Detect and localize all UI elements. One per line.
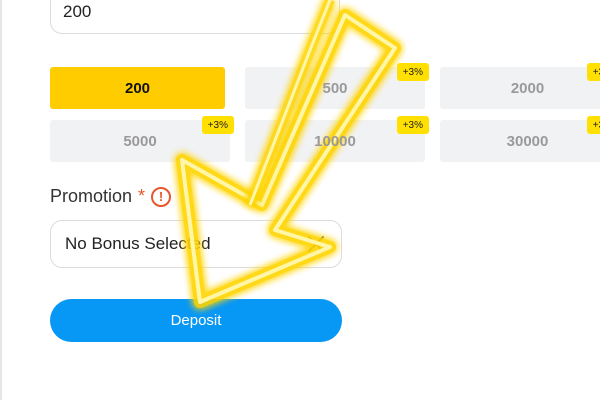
promotion-select[interactable]: No Bonus Selected	[50, 220, 342, 268]
required-mark: *	[138, 186, 146, 206]
amount-chip-10000[interactable]: 10000 +3%	[245, 116, 429, 162]
amount-chip-label: 200	[124, 79, 151, 97]
amount-chip-500[interactable]: 500 +3%	[245, 63, 429, 109]
amount-input[interactable]	[50, 0, 340, 34]
exclamation-circle-icon[interactable]: !	[151, 186, 172, 207]
amount-chip-label: 30000	[506, 132, 549, 150]
page-left-border	[0, 0, 2, 400]
bonus-badge: +3%	[201, 116, 234, 134]
deposit-button[interactable]: Deposit	[50, 299, 342, 342]
info-glyph: !	[158, 189, 164, 204]
close-icon[interactable]	[305, 233, 327, 255]
bonus-badge: +3%	[396, 63, 429, 81]
bonus-badge: +3%	[396, 116, 429, 134]
amount-chip-label: 2000	[510, 79, 545, 97]
bonus-badge: +3%	[586, 63, 600, 81]
amount-chip-label: 10000	[314, 132, 356, 150]
promotion-selected-value: No Bonus Selected	[65, 234, 211, 253]
promotion-label: Promotion * !	[50, 186, 172, 207]
amount-chip-label: 5000	[123, 132, 157, 150]
bonus-badge: +3%	[586, 116, 600, 134]
promotion-label-text: Promotion	[50, 186, 133, 206]
amount-chip-label: 500	[322, 79, 348, 97]
amount-chip-5000[interactable]: 5000 +3%	[50, 116, 234, 162]
amount-chip-2000[interactable]: 2000 +3%	[440, 63, 600, 109]
amount-chip-30000[interactable]: 30000 +3%	[440, 116, 600, 162]
amount-chip-200[interactable]: 200	[50, 67, 225, 109]
